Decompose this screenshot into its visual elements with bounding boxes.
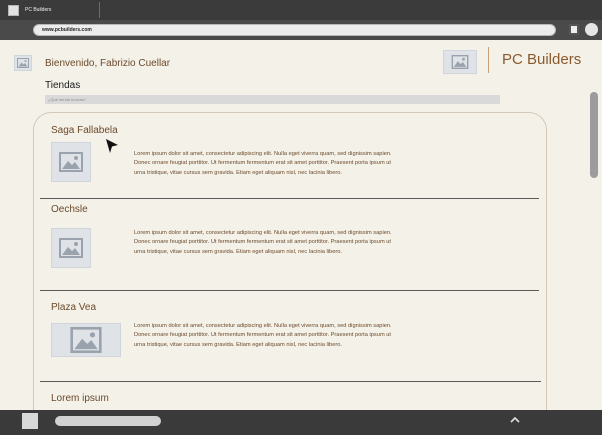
url-input[interactable]: www.pcbuilders.com — [33, 24, 556, 36]
chevron-up-icon[interactable] — [509, 415, 521, 425]
store-name-lorem-ipsum[interactable]: Lorem ipsum — [51, 393, 109, 404]
profile-icon[interactable] — [585, 23, 598, 36]
store-divider — [40, 381, 541, 382]
image-placeholder-icon — [59, 238, 83, 258]
extension-icon[interactable] — [569, 24, 579, 35]
browser-address-bar: www.pcbuilders.com — [0, 20, 602, 40]
logo-image — [443, 50, 477, 74]
image-placeholder-icon — [70, 327, 102, 353]
taskbar — [0, 410, 602, 435]
url-text: www.pcbuilders.com — [42, 27, 92, 33]
search-placeholder: ¿Qué tienda buscas? — [48, 97, 87, 102]
section-title: Tiendas — [45, 80, 81, 91]
taskbar-search-field[interactable] — [55, 416, 161, 426]
page-viewport: Bienvenido, Fabrizio Cuellar PC Builders… — [0, 40, 602, 410]
mouse-pointer-icon — [106, 139, 118, 153]
brand-title[interactable]: PC Builders — [502, 51, 581, 68]
tab-title: PC Builders — [25, 7, 52, 13]
store-name-plaza-vea[interactable]: Plaza Vea — [51, 302, 96, 313]
store-description: Lorem ipsum dolor sit amet, consectetur … — [134, 151, 392, 176]
store-divider — [40, 290, 539, 291]
start-button[interactable] — [22, 413, 38, 429]
image-placeholder-icon — [59, 152, 83, 172]
browser-tab[interactable]: PC Builders — [8, 2, 100, 18]
store-divider — [40, 198, 539, 199]
header-divider — [488, 47, 489, 73]
greeting-text: Bienvenido, Fabrizio Cuellar — [45, 58, 171, 69]
store-image — [51, 228, 91, 268]
image-placeholder-icon — [17, 58, 29, 68]
store-name-saga-fallabela[interactable]: Saga Fallabela — [51, 125, 118, 136]
store-description: Lorem ipsum dolor sit amet, consectetur … — [134, 323, 392, 348]
store-description: Lorem ipsum dolor sit amet, consectetur … — [134, 230, 392, 255]
user-avatar[interactable] — [14, 55, 32, 71]
scrollbar-thumb[interactable] — [590, 92, 598, 178]
store-search-input[interactable]: ¿Qué tienda buscas? — [45, 95, 500, 104]
favicon-icon — [8, 4, 19, 16]
browser-tab-bar: PC Builders — [0, 0, 602, 20]
image-placeholder-icon — [451, 55, 469, 69]
store-image — [51, 142, 91, 182]
store-name-oechsle[interactable]: Oechsle — [51, 204, 88, 215]
store-image — [51, 323, 121, 357]
